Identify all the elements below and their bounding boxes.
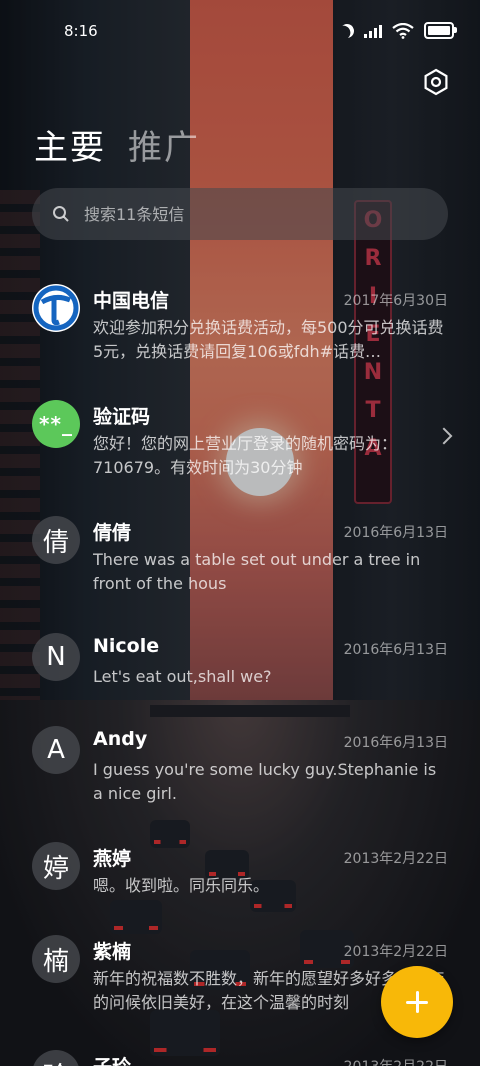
conversation-item[interactable]: 倩 倩倩 2016年6月13日 There was a table set ou… <box>0 516 480 612</box>
message-date: 2016年6月13日 <box>343 525 448 541</box>
contact-avatar: N <box>32 633 80 681</box>
message-date: 2016年6月13日 <box>343 735 448 751</box>
battery-icon <box>424 22 457 39</box>
compose-button[interactable] <box>381 966 453 1038</box>
contact-name: Nicole <box>93 635 160 657</box>
wifi-icon <box>392 22 414 39</box>
message-date: 2013年2月22日 <box>344 1056 448 1066</box>
contact-name: 验证码 <box>93 406 151 428</box>
conversation-item[interactable]: 玲 子玲 2013年2月22日 <box>0 1050 480 1066</box>
contact-avatar: 玲 <box>32 1050 80 1066</box>
contact-avatar: A <box>32 726 80 774</box>
cellular-signal-icon <box>364 24 382 38</box>
contact-avatar: 楠 <box>32 935 80 983</box>
settings-icon[interactable] <box>422 68 450 96</box>
message-category-tabs: 主要 推广 <box>34 120 200 169</box>
message-preview: Let's eat out,shall we? <box>93 667 272 686</box>
contact-avatar <box>32 284 80 332</box>
message-date: 2016年6月13日 <box>343 642 448 658</box>
status-time: 8:16 <box>64 22 98 40</box>
conversation-item[interactable]: A Andy 2016年6月13日 I guess you're some lu… <box>0 726 480 822</box>
search-icon <box>53 206 69 222</box>
contact-avatar: 婷 <box>32 842 80 890</box>
contact-name: 燕婷 <box>93 848 132 870</box>
contact-name: 紫楠 <box>93 941 132 963</box>
contact-avatar: **_ <box>32 400 80 448</box>
tab-primary[interactable]: 主要 <box>34 120 106 169</box>
message-preview: 嗯。收到啦。同乐同乐。 <box>93 876 270 895</box>
search-bar[interactable] <box>32 188 448 240</box>
message-preview: 欢迎参加积分兑换话费活动，每500分可兑换话费5元，兑换话费请回复106或fdh… <box>93 318 444 361</box>
message-preview: I guess you're some lucky guy.Stephanie … <box>93 760 437 803</box>
conversation-item[interactable]: N Nicole 2016年6月13日 Let's eat out,shall … <box>0 633 480 729</box>
contact-name: 子玲 <box>93 1052 131 1066</box>
message-date: 2013年2月22日 <box>343 851 448 867</box>
status-bar: 8:16 <box>0 0 480 62</box>
message-preview: There was a table set out under a tree i… <box>93 550 421 593</box>
contact-avatar: 倩 <box>32 516 80 564</box>
do-not-disturb-icon <box>338 21 357 40</box>
conversation-item[interactable]: 婷 燕婷 2013年2月22日 嗯。收到啦。同乐同乐。 <box>0 842 480 938</box>
conversation-item[interactable]: **_ 验证码 您好！您的网上营业厅登录的随机密码为：710679。有效时间为3… <box>0 400 480 496</box>
message-date: 2017年6月30日 <box>343 293 448 309</box>
contact-name: 中国电信 <box>93 290 170 312</box>
china-telecom-logo <box>33 285 79 331</box>
search-input[interactable] <box>82 203 386 225</box>
contact-name: Andy <box>93 728 148 750</box>
conversation-item[interactable]: 中国电信 2017年6月30日 欢迎参加积分兑换话费活动，每500分可兑换话费5… <box>0 284 480 380</box>
tab-promotions[interactable]: 推广 <box>128 120 200 169</box>
message-preview: 您好！您的网上营业厅登录的随机密码为：710679。有效时间为30分钟 <box>93 434 398 477</box>
contact-name: 倩倩 <box>93 522 132 544</box>
message-date: 2013年2月22日 <box>343 944 448 960</box>
